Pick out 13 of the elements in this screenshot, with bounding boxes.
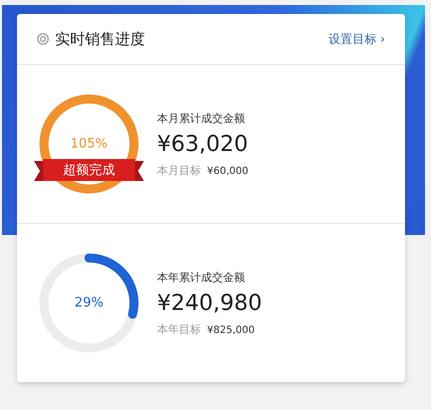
percent-text: 105% xyxy=(70,136,108,152)
target-icon xyxy=(37,33,49,45)
amount-value: ¥240,980 xyxy=(157,290,262,316)
set-target-link[interactable]: 设置目标 › xyxy=(328,30,385,48)
card-title: 实时销售进度 xyxy=(55,30,146,48)
amount-label: 本年累计成交金额 xyxy=(157,270,246,284)
target-value: ¥60,000 xyxy=(207,166,248,176)
target-label: 本年目标 xyxy=(157,322,201,336)
target-value: ¥825,000 xyxy=(207,324,255,336)
percent-text: 29% xyxy=(74,296,104,310)
target-label: 本月目标 xyxy=(157,162,201,178)
amount-label: 本月累计成交金额 xyxy=(157,110,246,126)
amount-value: ¥63,020 xyxy=(157,132,248,156)
